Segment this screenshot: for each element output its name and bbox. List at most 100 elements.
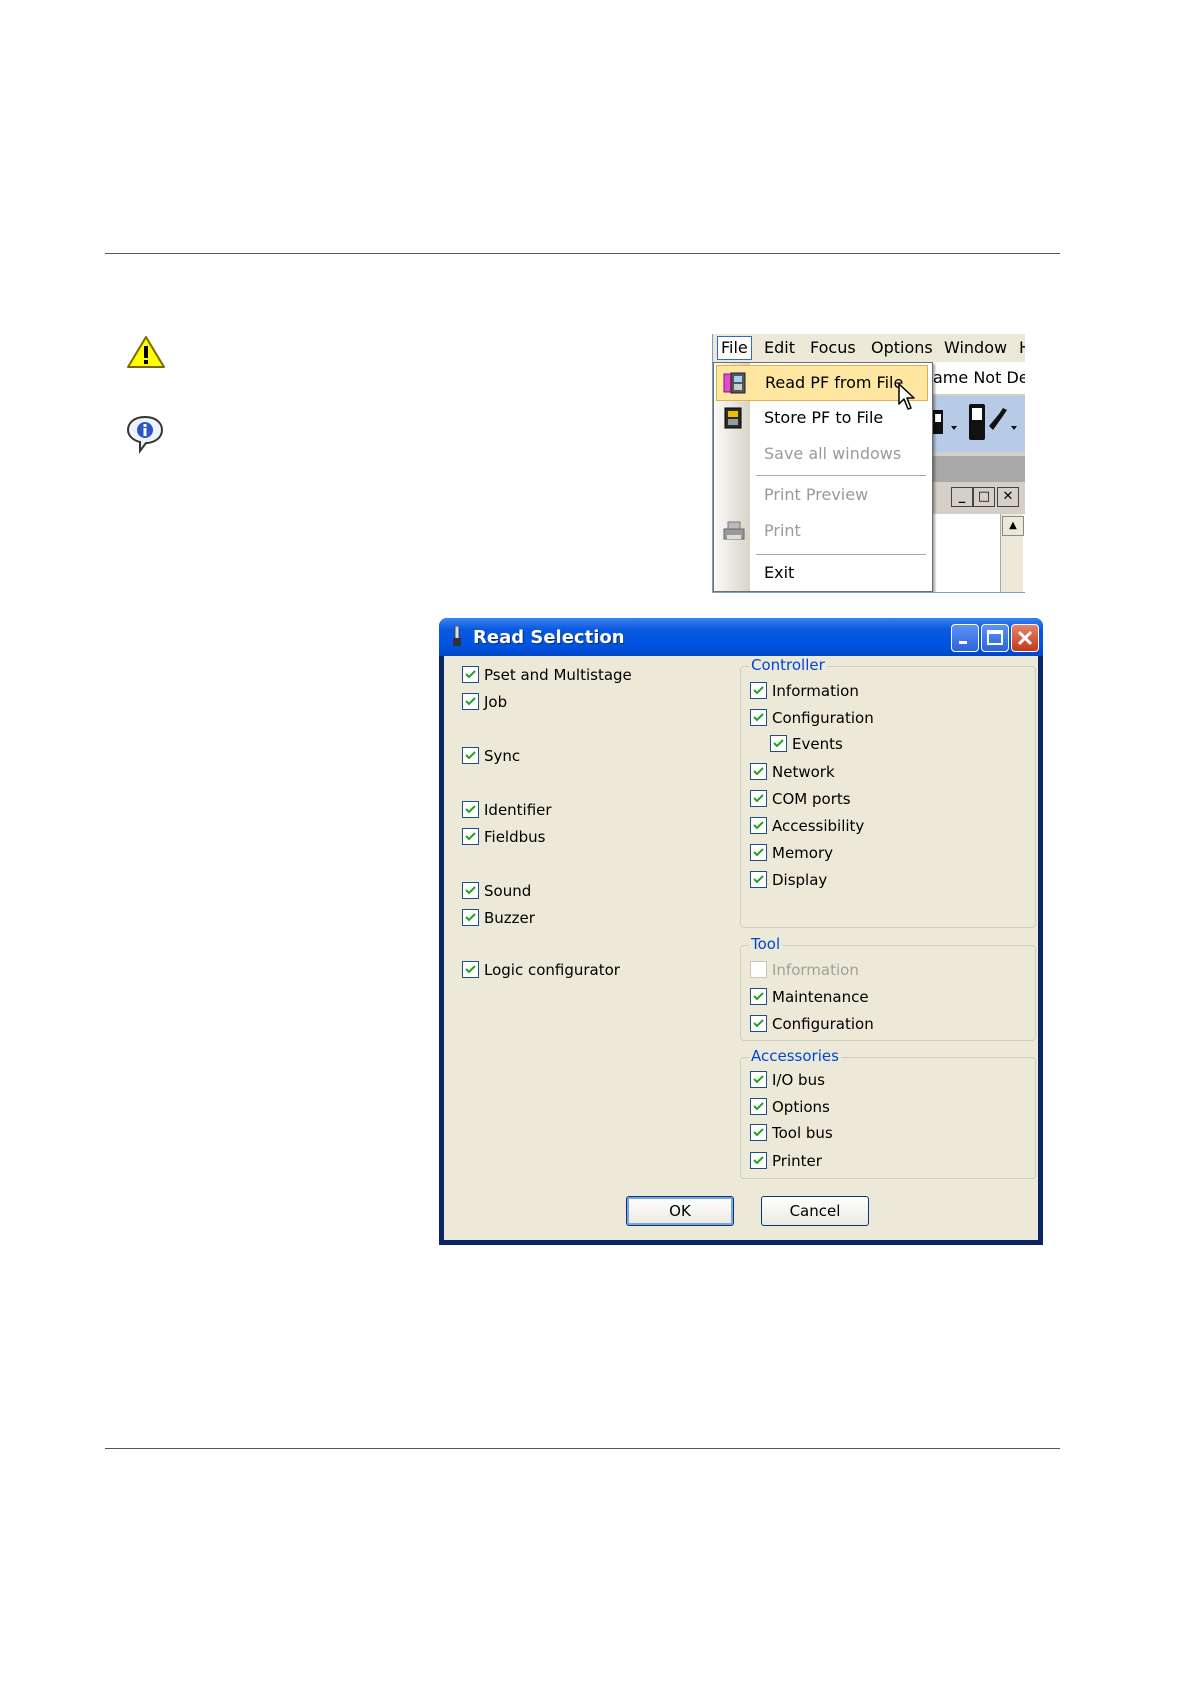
- store-file-icon: [724, 407, 742, 429]
- checkbox-box[interactable]: [750, 1071, 767, 1088]
- checkmark-icon: [753, 1128, 764, 1137]
- background-window-title: ame Not Def: [929, 362, 1025, 394]
- maximize-icon: [987, 630, 1003, 645]
- background-band: [929, 456, 1025, 482]
- checkmark-icon: [753, 1019, 764, 1028]
- menu-file[interactable]: File: [717, 336, 752, 360]
- bottom-rule: [105, 1448, 1060, 1449]
- checkbox-box[interactable]: [750, 817, 767, 834]
- checkmark-icon: [753, 875, 764, 884]
- controller-group: Controller Information Configuration Eve…: [740, 656, 1036, 928]
- printer-icon: [723, 521, 745, 540]
- checkbox-label: Sync: [484, 747, 521, 765]
- maximize-button[interactable]: [981, 624, 1009, 652]
- checkbox-box[interactable]: [750, 682, 767, 699]
- checkbox-label: Printer: [772, 1152, 822, 1170]
- checkmark-icon: [465, 965, 476, 974]
- checkbox-box[interactable]: [462, 801, 479, 818]
- menu-item-label: Exit: [764, 563, 795, 582]
- checkbox-label: Accessibility: [772, 817, 865, 835]
- menu-separator: [756, 475, 926, 476]
- minimize-button[interactable]: [951, 624, 979, 652]
- dialog-title: Read Selection: [473, 627, 625, 648]
- menu-help[interactable]: H: [1016, 338, 1025, 358]
- menu-item-print[interactable]: Print: [716, 514, 928, 548]
- checkbox-box[interactable]: [462, 693, 479, 710]
- checkbox-box[interactable]: [462, 828, 479, 845]
- checkbox-box[interactable]: [750, 844, 767, 861]
- checkbox-box[interactable]: [750, 1098, 767, 1115]
- dialog-titlebar[interactable]: Read Selection: [439, 618, 1043, 656]
- close-button[interactable]: [1011, 624, 1039, 652]
- checkbox-box: [750, 961, 767, 978]
- checkmark-icon: [465, 751, 476, 760]
- checkbox-box[interactable]: [750, 1124, 767, 1141]
- checkbox-box[interactable]: [462, 882, 479, 899]
- checkbox-box[interactable]: [750, 1015, 767, 1032]
- checkmark-icon: [753, 1156, 764, 1165]
- checkbox-box[interactable]: [750, 763, 767, 780]
- checkbox-label: I/O bus: [772, 1071, 825, 1089]
- checkmark-icon: [753, 821, 764, 830]
- minimize-button[interactable]: _: [951, 487, 973, 507]
- info-icon: [126, 415, 164, 454]
- checkbox-box[interactable]: [750, 988, 767, 1005]
- checkbox-label: Tool bus: [772, 1124, 833, 1142]
- checkbox-box[interactable]: [750, 871, 767, 888]
- checkbox-label: Events: [792, 735, 843, 753]
- checkmark-icon: [753, 1102, 764, 1111]
- checkbox-box[interactable]: [462, 909, 479, 926]
- checkmark-icon: [753, 1075, 764, 1084]
- checkbox-label: Configuration: [772, 709, 874, 727]
- checkbox-label: Sound: [484, 882, 532, 900]
- menu-edit[interactable]: Edit: [761, 338, 798, 358]
- group-title: Accessories: [749, 1047, 841, 1065]
- cancel-button[interactable]: Cancel: [761, 1196, 869, 1226]
- menu-item-save-all-windows[interactable]: Save all windows: [716, 437, 928, 471]
- file-menu-screenshot: File Edit Focus Options Window H ame Not…: [712, 334, 1025, 593]
- read-selection-dialog: Read Selection Pset and Multistage Job S…: [439, 618, 1043, 1245]
- checkbox-label: Maintenance: [772, 988, 869, 1006]
- menu-focus[interactable]: Focus: [807, 338, 859, 358]
- checkbox-label: Options: [772, 1098, 830, 1116]
- checkbox-box[interactable]: [750, 709, 767, 726]
- checkmark-icon: [753, 992, 764, 1001]
- close-icon: [1017, 630, 1033, 646]
- checkbox-label: Buzzer: [484, 909, 535, 927]
- dialog-body: Pset and Multistage Job Sync Identifier …: [444, 656, 1038, 1240]
- vertical-scrollbar[interactable]: ▲: [1000, 514, 1024, 592]
- checkbox-label: Display: [772, 871, 828, 889]
- read-file-icon: [723, 372, 746, 394]
- scroll-up-arrow-icon[interactable]: ▲: [1002, 516, 1024, 536]
- top-rule: [105, 253, 1060, 254]
- menu-item-label: Read PF from File: [765, 373, 904, 392]
- checkmark-icon: [465, 832, 476, 841]
- checkbox-box[interactable]: [462, 747, 479, 764]
- mouse-pointer-icon: [898, 383, 915, 410]
- tool-toolbar-icons[interactable]: [929, 396, 1025, 452]
- menu-item-label: Store PF to File: [764, 408, 884, 427]
- checkbox-label: Logic configurator: [484, 961, 620, 979]
- checkbox-box[interactable]: [750, 1152, 767, 1169]
- checkbox-label: Job: [484, 693, 508, 711]
- checkbox-box[interactable]: [462, 666, 479, 683]
- menu-item-print-preview[interactable]: Print Preview: [716, 478, 928, 512]
- ok-button[interactable]: OK: [626, 1196, 734, 1226]
- maximize-button[interactable]: □: [973, 487, 995, 507]
- checkbox-box[interactable]: [750, 790, 767, 807]
- checkmark-icon: [753, 794, 764, 803]
- menu-window[interactable]: Window: [941, 338, 1010, 358]
- checkbox-box[interactable]: [770, 735, 787, 752]
- menu-item-exit[interactable]: Exit: [716, 556, 928, 590]
- close-button[interactable]: ✕: [997, 487, 1019, 507]
- menu-options[interactable]: Options: [868, 338, 936, 358]
- checkbox-box[interactable]: [462, 961, 479, 978]
- checkmark-icon: [465, 805, 476, 814]
- app-icon: [453, 626, 461, 646]
- checkmark-icon: [753, 767, 764, 776]
- menu-separator: [756, 554, 926, 555]
- background-toolbar: [929, 396, 1025, 452]
- menu-bar: File Edit Focus Options Window H: [713, 334, 1025, 363]
- checkbox-label: Pset and Multistage: [484, 666, 632, 684]
- checkmark-icon: [773, 739, 784, 748]
